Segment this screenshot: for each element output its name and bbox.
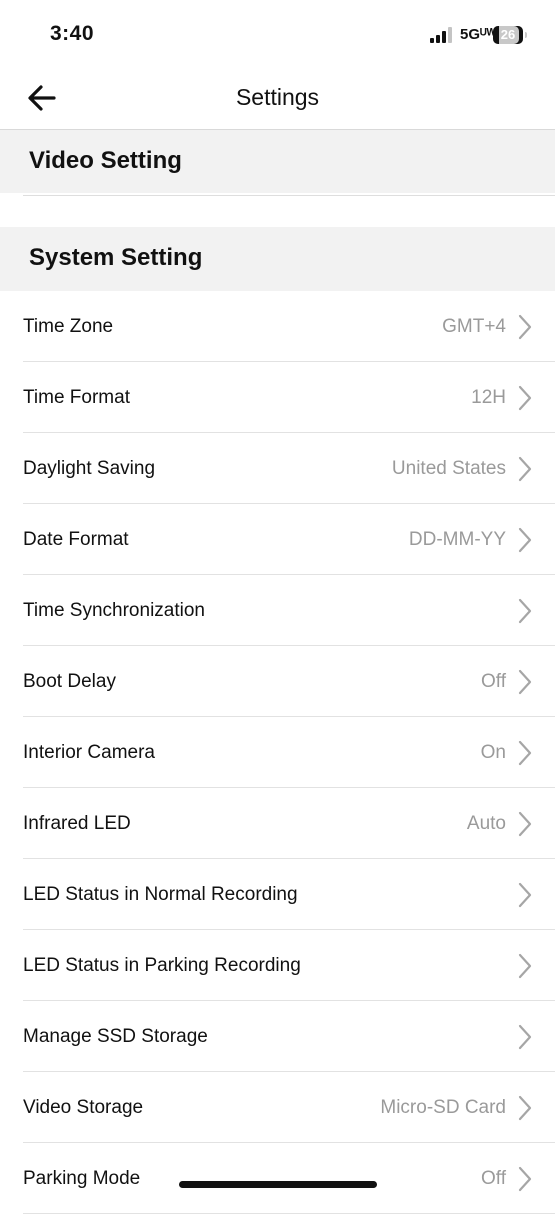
cellular-signal-icon (430, 27, 452, 43)
setting-value: Off (481, 671, 506, 692)
setting-label: Time Synchronization (23, 600, 205, 621)
setting-value: DD-MM-YY (408, 529, 506, 550)
setting-label: LED Status in Parking Recording (23, 955, 301, 976)
page-title: Settings (235, 84, 320, 110)
setting-row-video-storage[interactable]: Video Storage Micro-SD Card (0, 1072, 555, 1143)
setting-value: GMT+4 (442, 316, 506, 337)
section-header-video: Video Setting (0, 130, 555, 193)
battery-cap (525, 32, 527, 38)
chevron-right-icon (518, 314, 532, 340)
chevron-right-icon (518, 527, 532, 553)
setting-value: Off (481, 1168, 506, 1189)
battery-percent: 26 (500, 27, 516, 42)
setting-label: Boot Delay (23, 671, 116, 692)
setting-label: Time Zone (23, 316, 114, 337)
chevron-right-icon (518, 385, 532, 411)
setting-row-manage-ssd-storage[interactable]: Manage SSD Storage (0, 1001, 555, 1072)
setting-label: Time Format (23, 387, 130, 408)
setting-row-time-zone[interactable]: Time Zone GMT+4 (0, 291, 555, 362)
chevron-right-icon (518, 669, 532, 695)
section-title-system: System Setting (29, 244, 203, 271)
chevron-right-icon (518, 456, 532, 482)
setting-row-interior-camera[interactable]: Interior Camera On (0, 717, 555, 788)
setting-row-led-normal-recording[interactable]: LED Status in Normal Recording (0, 859, 555, 930)
setting-label: Infrared LED (23, 813, 131, 834)
setting-label: Daylight Saving (23, 458, 156, 479)
setting-row-daylight-saving[interactable]: Daylight Saving United States (0, 433, 555, 504)
setting-row-time-format[interactable]: Time Format 12H (0, 362, 555, 433)
setting-row-parking-mode[interactable]: Parking Mode Off (0, 1143, 555, 1214)
setting-label: Parking Mode (23, 1168, 141, 1189)
network-type: 5Gᵁᵂ (460, 26, 497, 43)
setting-row-boot-delay[interactable]: Boot Delay Off (0, 646, 555, 717)
battery-icon: 26 (493, 26, 523, 44)
settings-list: Time Zone GMT+4 Time Format 12H Daylight… (0, 291, 555, 1214)
chevron-right-icon (518, 740, 532, 766)
setting-value: Auto (466, 813, 506, 834)
battery-level (493, 26, 499, 44)
nav-header: Settings (0, 70, 555, 130)
setting-value: 12H (471, 387, 506, 408)
chevron-right-icon (518, 953, 532, 979)
chevron-right-icon (518, 1024, 532, 1050)
setting-label: LED Status in Normal Recording (23, 884, 298, 905)
chevron-right-icon (518, 882, 532, 908)
setting-row-led-parking-recording[interactable]: LED Status in Parking Recording (0, 930, 555, 1001)
chevron-right-icon (518, 1095, 532, 1121)
chevron-right-icon (518, 811, 532, 837)
setting-label: Interior Camera (23, 742, 155, 763)
section-header-system: System Setting (0, 227, 555, 291)
setting-label: Date Format (23, 529, 129, 550)
divider (23, 195, 555, 196)
status-time: 3:40 (50, 22, 95, 45)
setting-row-infrared-led[interactable]: Infrared LED Auto (0, 788, 555, 859)
setting-label: Manage SSD Storage (23, 1026, 208, 1047)
setting-value: On (480, 742, 506, 763)
setting-row-time-synchronization[interactable]: Time Synchronization (0, 575, 555, 646)
setting-value: United States (391, 458, 506, 479)
status-bar: 3:40 5Gᵁᵂ 26 (0, 0, 555, 70)
setting-value: Micro-SD Card (380, 1097, 506, 1118)
chevron-right-icon (518, 1166, 532, 1192)
section-title-video: Video Setting (29, 147, 182, 174)
setting-label: Video Storage (23, 1097, 144, 1118)
chevron-right-icon (518, 598, 532, 624)
setting-row-date-format[interactable]: Date Format DD-MM-YY (0, 504, 555, 575)
home-indicator (179, 1181, 377, 1188)
